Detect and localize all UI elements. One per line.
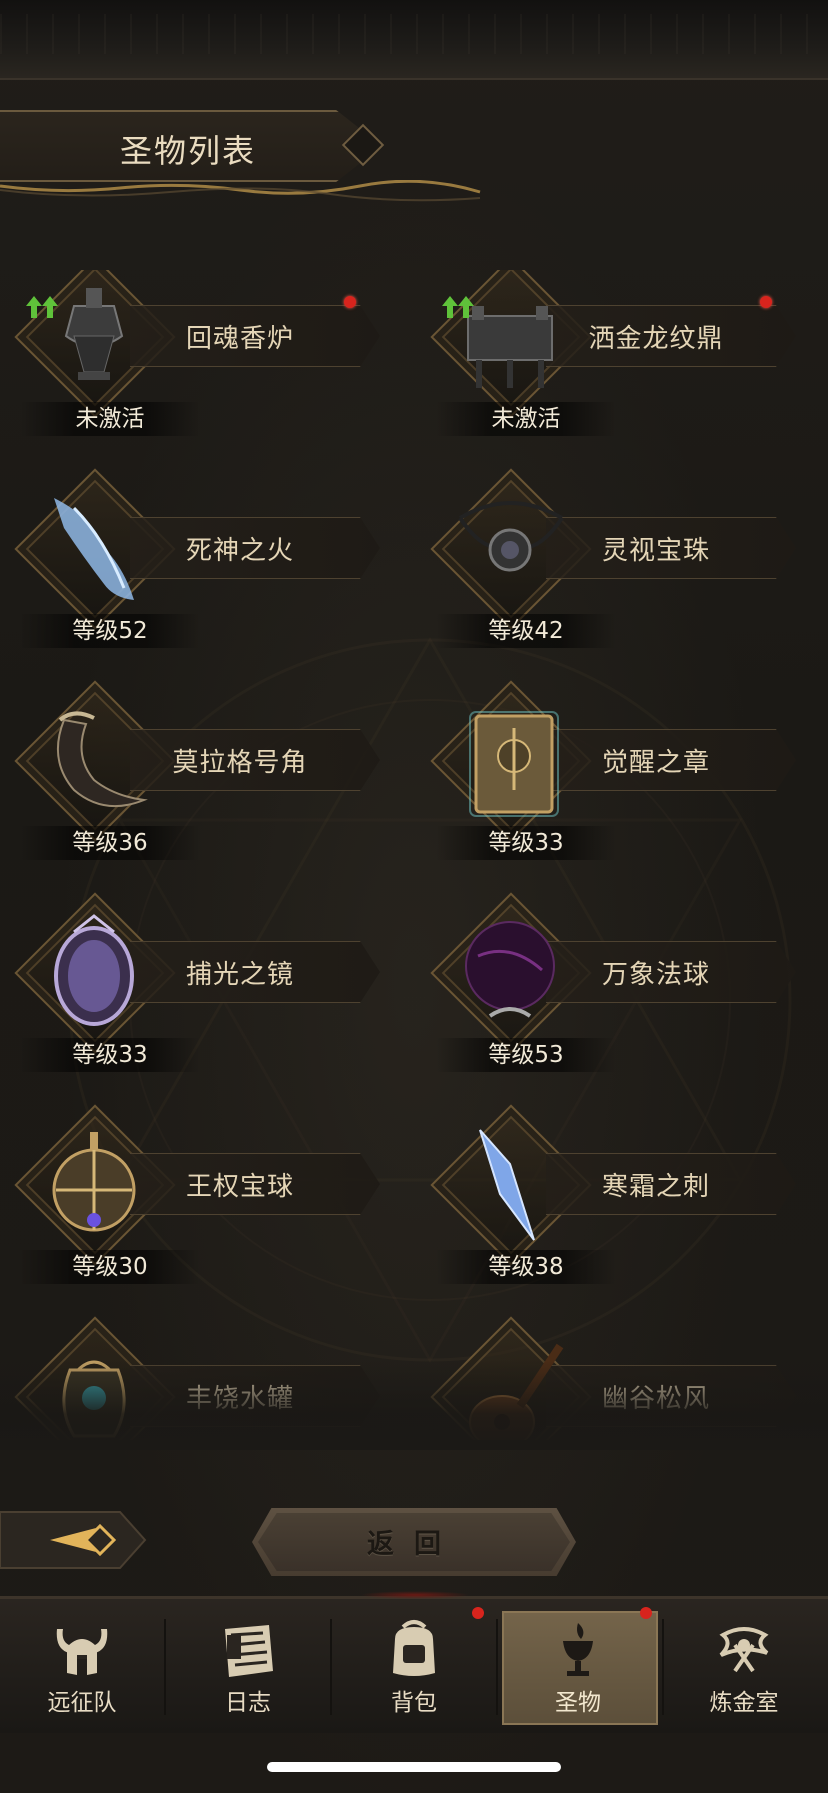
relic-item[interactable]: 寒霜之刺等级38 (416, 1104, 796, 1288)
relic-name: 幽谷松风 (601, 1384, 710, 1414)
relic-item[interactable]: 幽谷松风 (416, 1316, 796, 1440)
relic-level: 等级36 (20, 826, 200, 860)
relic-item[interactable]: 莫拉格号角等级36 (0, 680, 380, 864)
relic-level: 等级52 (20, 614, 200, 648)
relic-name: 寒霜之刺 (601, 1172, 710, 1202)
notification-dot (640, 1607, 652, 1619)
top-frame (0, 0, 828, 80)
relic-level: 等级42 (436, 614, 616, 648)
relic-level: 未激活 (436, 402, 616, 436)
relic-level: 未激活 (20, 402, 200, 436)
relic-name: 灵视宝珠 (601, 536, 710, 566)
relic-name: 觉醒之章 (601, 748, 710, 778)
notification-dot (760, 296, 772, 308)
tab-journal[interactable]: 日志 (168, 1607, 328, 1725)
relic-item[interactable]: 洒金龙纹鼎未激活 (416, 270, 796, 440)
back-button[interactable]: 返回 (252, 1508, 576, 1576)
relic-level: 等级33 (436, 826, 616, 860)
relic-name: 回魂香炉 (185, 324, 294, 354)
tab-expedition[interactable]: 远征队 (2, 1607, 162, 1725)
tab-backpack[interactable]: 背包 (334, 1607, 494, 1725)
upgrade-arrow-icon (26, 296, 58, 318)
back-arrow-button[interactable] (0, 1504, 150, 1576)
scroll-icon (225, 1625, 273, 1677)
tab-relics[interactable]: 圣物 (498, 1607, 658, 1725)
relic-name: 丰饶水罐 (185, 1384, 294, 1414)
relic-item[interactable]: 灵视宝珠等级42 (416, 468, 796, 652)
home-indicator (267, 1762, 561, 1772)
horned-helmet-icon (56, 1629, 108, 1675)
title-banner: 圣物列表 (0, 106, 410, 182)
bottom-tab-bar: 远征队 日志 背包 圣物 炼金室 (0, 1591, 828, 1733)
relic-item[interactable]: 捕光之镜等级33 (0, 892, 380, 1076)
relic-level: 等级33 (20, 1038, 200, 1072)
relic-name: 莫拉格号角 (172, 748, 308, 778)
backpack-icon (393, 1620, 435, 1676)
relic-name: 捕光之镜 (185, 960, 294, 990)
chalice-icon (563, 1623, 593, 1676)
relic-level: 等级38 (436, 1250, 616, 1284)
relic-item[interactable]: 万象法球等级53 (416, 892, 796, 1076)
relic-item[interactable]: 丰饶水罐 (0, 1316, 380, 1440)
relic-item[interactable]: 王权宝球等级30 (0, 1104, 380, 1288)
relic-item[interactable]: 回魂香炉未激活 (0, 270, 380, 440)
alchemy-icon (719, 1627, 769, 1673)
relic-item[interactable]: 觉醒之章等级33 (416, 680, 796, 864)
page-title: 圣物列表 (120, 132, 257, 170)
relic-item[interactable]: 死神之火等级52 (0, 468, 380, 652)
relic-name: 洒金龙纹鼎 (588, 324, 724, 354)
relic-name: 万象法球 (601, 960, 710, 990)
back-button-label: 返回 (367, 1529, 461, 1560)
relic-grid: 回魂香炉 未激活 洒金龙纹鼎 未激活 死神之火 等级52 灵视宝珠 等级42 莫拉格号角 等级36… (0, 270, 828, 1440)
relic-level: 等级30 (20, 1250, 200, 1284)
relic-level: 等级53 (436, 1038, 616, 1072)
relic-name: 死神之火 (185, 536, 294, 566)
banner-torn-edge (0, 180, 481, 202)
tab-alchemy[interactable]: 炼金室 (664, 1607, 824, 1725)
relic-name: 王权宝球 (185, 1172, 294, 1202)
upgrade-arrow-icon (442, 296, 474, 318)
notification-dot (344, 296, 356, 308)
notification-dot (472, 1607, 484, 1619)
